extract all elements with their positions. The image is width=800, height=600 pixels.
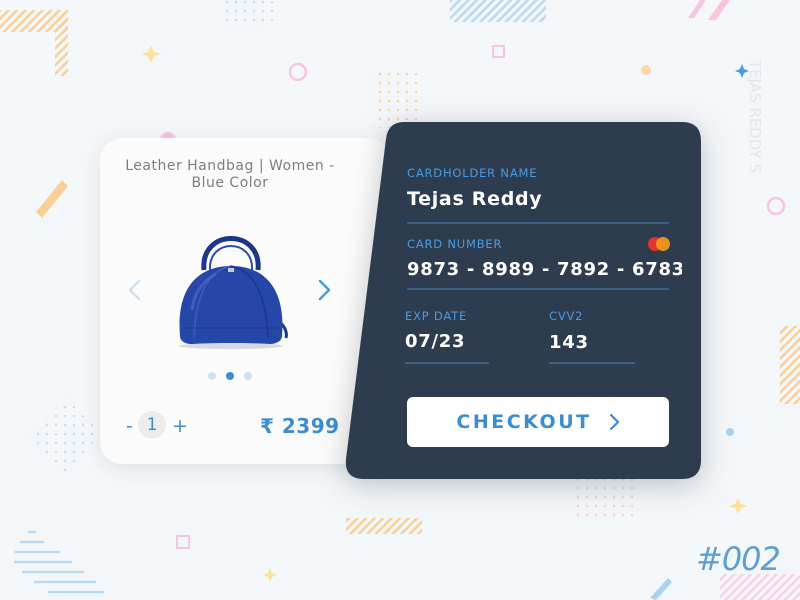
carousel-dot[interactable] (208, 372, 216, 380)
designer-watermark: TEJAS REDDY S (746, 60, 764, 173)
card-number-field[interactable] (407, 259, 682, 280)
mastercard-icon (648, 237, 670, 251)
cardholder-name-label: CARDHOLDER NAME (407, 166, 538, 180)
quantity-increase-button[interactable]: + (172, 414, 188, 438)
cvv-field[interactable] (549, 332, 649, 353)
quantity-value: 1 (138, 411, 166, 439)
product-title: Leather Handbag | Women - Blue Color (125, 158, 335, 191)
carousel-dot[interactable] (244, 372, 252, 380)
exp-date-field[interactable] (405, 331, 515, 352)
card-number-label: CARD NUMBER (407, 237, 503, 251)
handbag-image (179, 236, 288, 349)
product-price: ₹ 2399 (260, 414, 340, 438)
card-number-underline (407, 288, 669, 290)
cvv-label: CVV2 (549, 309, 584, 323)
chevron-right-icon (609, 413, 619, 431)
carousel-next-arrow-icon[interactable] (315, 278, 333, 302)
shot-number: #002 (696, 540, 781, 578)
quantity-decrease-button[interactable]: - (126, 414, 133, 438)
cardholder-name-field[interactable] (407, 188, 657, 210)
cardholder-name-underline (407, 222, 669, 224)
payment-panel: CARDHOLDER NAME CARD NUMBER EXP DATE CVV… (344, 122, 701, 479)
carousel-prev-arrow-icon[interactable] (126, 278, 144, 302)
exp-date-underline (405, 362, 489, 364)
cvv-underline (549, 362, 635, 364)
checkout-button[interactable]: CHECKOUT (407, 397, 669, 447)
exp-date-label: EXP DATE (405, 309, 468, 323)
checkout-button-label: CHECKOUT (456, 411, 592, 433)
carousel-dot-active[interactable] (226, 372, 234, 380)
